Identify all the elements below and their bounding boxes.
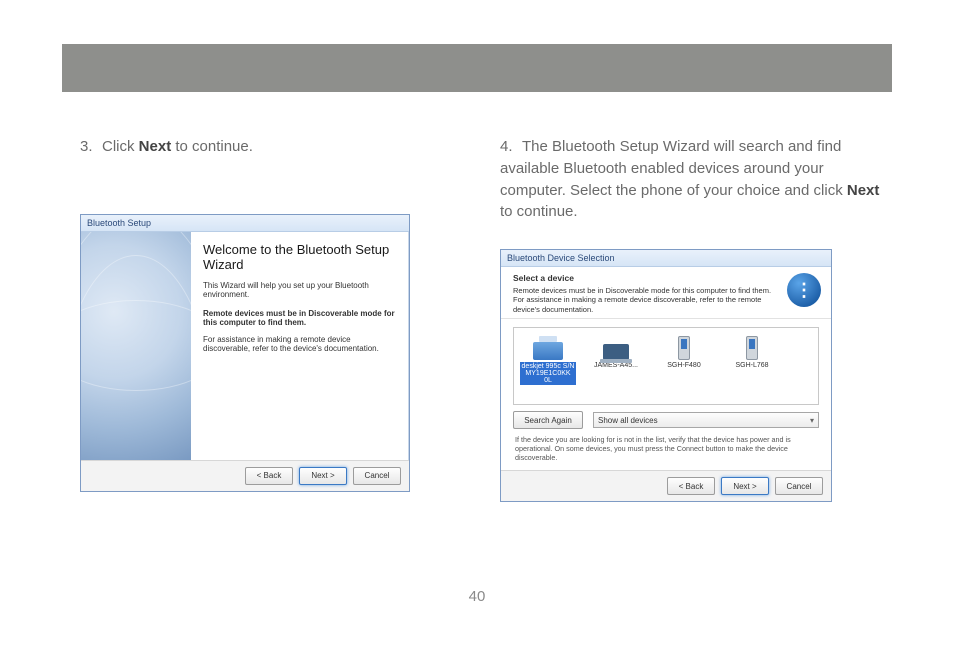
step-3-number: 3. (80, 136, 102, 158)
step-4-post: to continue. (500, 203, 578, 220)
next-button[interactable]: Next > (721, 477, 769, 495)
dialog1-body: Welcome to the Bluetooth Setup Wizard Th… (81, 232, 409, 460)
dialog2-header: Select a device Remote devices must be i… (501, 267, 831, 319)
device-label: deskjet 995c S/N MY19E1C0KK 0L (520, 362, 576, 385)
device-label: SGH-F480 (667, 362, 700, 369)
dialog1-title: Bluetooth Setup (81, 215, 409, 232)
dialog1-heading: Welcome to the Bluetooth Setup Wizard (203, 242, 397, 273)
device-item-printer[interactable]: deskjet 995c S/N MY19E1C0KK 0L (520, 334, 576, 385)
dialog2-controls-row: Search Again Show all devices ▾ (513, 411, 819, 429)
device-item-phone2[interactable]: SGH-L768 (724, 334, 780, 369)
phone-icon (746, 336, 758, 360)
device-filter-dropdown[interactable]: Show all devices ▾ (593, 412, 819, 428)
dialog1-main: Welcome to the Bluetooth Setup Wizard Th… (191, 232, 409, 460)
right-column: 4.The Bluetooth Setup Wizard will search… (500, 136, 880, 502)
dialog2-title: Bluetooth Device Selection (501, 250, 831, 267)
left-column: 3.Click Next to continue. Bluetooth Setu… (80, 136, 460, 502)
dialog1-globe-image (81, 232, 191, 460)
chevron-down-icon: ▾ (810, 416, 814, 425)
step-3-pre: Click (102, 138, 139, 155)
cancel-button[interactable]: Cancel (775, 477, 823, 495)
step-4-pre: The Bluetooth Setup Wizard will search a… (500, 138, 847, 199)
step-4-text: 4.The Bluetooth Setup Wizard will search… (500, 136, 880, 223)
device-label: JAMES-A45... (594, 362, 638, 369)
next-button[interactable]: Next > (299, 467, 347, 485)
dialog2-footer: < Back Next > Cancel (501, 470, 831, 501)
dialog1-footer: < Back Next > Cancel (81, 460, 409, 491)
dropdown-value: Show all devices (598, 416, 658, 425)
content-columns: 3.Click Next to continue. Bluetooth Setu… (80, 136, 880, 502)
dialog2-note: If the device you are looking for is not… (515, 435, 817, 462)
bluetooth-device-selection-dialog: Bluetooth Device Selection Select a devi… (500, 249, 832, 502)
step-4-bold: Next (847, 182, 880, 199)
step-3-text: 3.Click Next to continue. (80, 136, 460, 158)
back-button[interactable]: < Back (245, 467, 293, 485)
device-list[interactable]: deskjet 995c S/N MY19E1C0KK 0L JAMES-A45… (513, 327, 819, 405)
dialog1-p1: This Wizard will help you set up your Bl… (203, 281, 397, 299)
dialog2-subhead: Select a device (513, 273, 779, 283)
bluetooth-setup-dialog: Bluetooth Setup Welcome to the Bluetooth… (80, 214, 410, 492)
dialog1-p2: For assistance in making a remote device… (203, 335, 397, 353)
page-number: 40 (0, 588, 954, 605)
step-3-bold: Next (139, 138, 172, 155)
cancel-button[interactable]: Cancel (353, 467, 401, 485)
search-again-button[interactable]: Search Again (513, 411, 583, 429)
device-label: SGH-L768 (735, 362, 768, 369)
bluetooth-icon: ⋮ (787, 273, 821, 307)
dialog2-header-text: Select a device Remote devices must be i… (513, 273, 779, 314)
phone-icon (678, 336, 690, 360)
back-button[interactable]: < Back (667, 477, 715, 495)
dialog2-subdesc: Remote devices must be in Discoverable m… (513, 286, 779, 314)
step-4-number: 4. (500, 136, 522, 158)
laptop-icon (603, 344, 629, 360)
device-item-phone1[interactable]: SGH-F480 (656, 334, 712, 369)
printer-icon (533, 342, 563, 360)
dialog1-strong: Remote devices must be in Discoverable m… (203, 309, 397, 327)
header-bar (62, 44, 892, 92)
device-item-laptop[interactable]: JAMES-A45... (588, 334, 644, 369)
step-3-post: to continue. (171, 138, 253, 155)
